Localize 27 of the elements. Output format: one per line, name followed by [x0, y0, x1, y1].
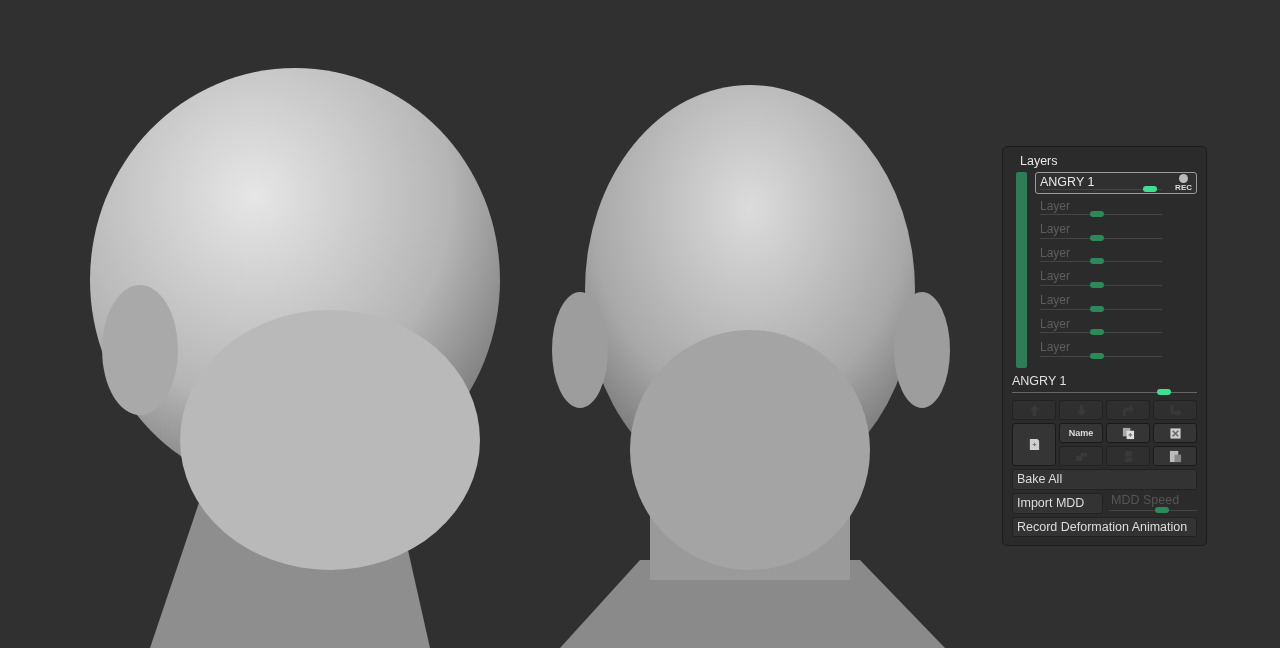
panel-title: Layers [1019, 154, 1059, 168]
slider-thumb[interactable] [1156, 389, 1171, 396]
layer-tool-button[interactable] [1153, 446, 1197, 467]
layer-tool-button[interactable] [1153, 423, 1197, 444]
layer-tool-button[interactable] [1106, 423, 1150, 444]
scroll-bar[interactable] [1016, 172, 1027, 368]
record-animation-button[interactable]: Record Deformation Animation [1012, 516, 1197, 537]
overlapping-squares-icon [1168, 449, 1182, 463]
layer-row[interactable]: ANGRY 1 REC [1035, 172, 1197, 194]
slider-thumb[interactable] [1090, 305, 1105, 312]
name-button[interactable]: Name [1059, 423, 1103, 444]
slider-thumb[interactable] [1090, 234, 1105, 241]
close-icon [1168, 426, 1182, 440]
copy-icon [1121, 426, 1135, 440]
slider-thumb[interactable] [1090, 329, 1105, 336]
page-icon [1027, 438, 1041, 452]
record-toggle[interactable]: REC [1175, 174, 1192, 192]
slider-thumb[interactable] [1142, 186, 1157, 192]
layer-tool-button[interactable] [1012, 423, 1056, 467]
slider-thumb[interactable] [1090, 281, 1105, 288]
import-mdd-button[interactable]: Import MDD [1012, 492, 1103, 514]
layer-strength-label: ANGRY 1 [1012, 374, 1067, 388]
bake-all-button[interactable]: Bake All [1012, 469, 1197, 490]
slider-thumb[interactable] [1090, 352, 1105, 359]
slider-thumb[interactable] [1090, 258, 1105, 265]
layer-name: ANGRY 1 [1040, 175, 1095, 189]
slider-thumb[interactable] [1090, 211, 1105, 218]
